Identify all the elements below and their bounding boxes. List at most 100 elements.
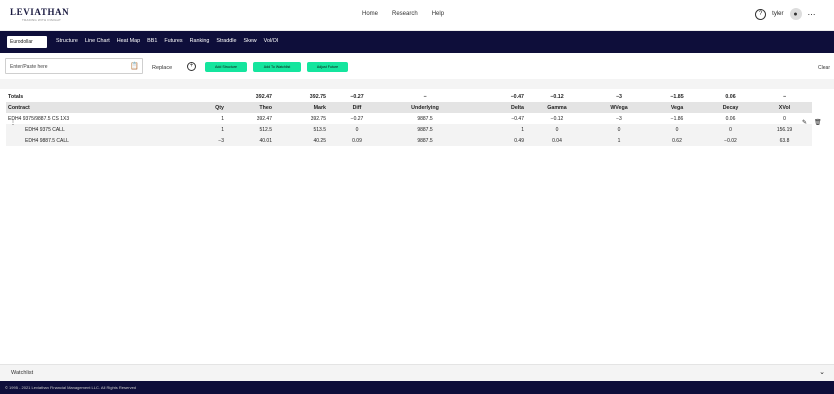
totals-delta: −0.47 bbox=[510, 93, 524, 100]
col-mark[interactable]: Mark bbox=[274, 102, 328, 113]
nav-research[interactable]: Research bbox=[392, 11, 418, 17]
col-qty[interactable]: Qty bbox=[181, 102, 226, 113]
tab-skew[interactable]: Skew bbox=[243, 38, 256, 44]
col-decay[interactable]: Decay bbox=[704, 102, 757, 113]
logo-wordmark: LEVIATHAN bbox=[10, 7, 70, 17]
totals-wvega: −3 bbox=[615, 93, 623, 100]
totals-gamma: −0.12 bbox=[550, 93, 564, 100]
section-divider bbox=[0, 79, 834, 89]
totals-row: Totals 392.47 392.75 −0.27 − −0.47 −0.12… bbox=[6, 91, 812, 102]
structure-input[interactable]: Enter/Paste here 📋 bbox=[5, 58, 143, 74]
question-circle-icon[interactable]: ? bbox=[755, 8, 767, 20]
tab-bb1[interactable]: BB1 bbox=[147, 38, 157, 44]
cell-underlying: 9887.5 bbox=[386, 135, 464, 146]
col-theo[interactable]: Theo bbox=[226, 102, 274, 113]
product-select[interactable]: Eurodollar bbox=[7, 36, 47, 48]
cell-decay: −0.02 bbox=[704, 135, 757, 146]
replace-label: Replace bbox=[152, 65, 173, 71]
nav-home[interactable]: Home bbox=[362, 11, 378, 17]
totals-underlying: − bbox=[423, 93, 427, 100]
trash-icon[interactable]: 🗑 bbox=[814, 119, 822, 126]
tab-line-chart[interactable]: Line Chart bbox=[85, 38, 110, 44]
cell-theo: 392.47 bbox=[226, 113, 274, 124]
add-to-watchlist-button[interactable]: Add To Watchlist bbox=[253, 62, 301, 72]
cell-diff: −0.27 bbox=[328, 113, 386, 124]
cell-vega: 0.62 bbox=[650, 135, 704, 146]
structure-input-placeholder: Enter/Paste here bbox=[10, 64, 48, 70]
cell-decay: 0 bbox=[704, 124, 757, 135]
table-row-leg[interactable]: EDH4 9887.5 CALL −3 40.01 40.25 0.09 988… bbox=[6, 135, 812, 146]
chevron-down-icon[interactable]: ⌄ bbox=[819, 368, 825, 376]
totals-label: Totals bbox=[8, 93, 24, 100]
tab-straddle[interactable]: Straddle bbox=[216, 38, 236, 44]
cell-contract: EDH4 9887.5 CALL bbox=[6, 135, 181, 146]
cell-gamma: 0.04 bbox=[526, 135, 588, 146]
watchlist-label: Watchlist bbox=[11, 370, 34, 376]
analysis-tabs: Structure Line Chart Heat Map BB1 Future… bbox=[56, 38, 278, 44]
col-delta[interactable]: Delta bbox=[464, 102, 526, 113]
clipboard-icon[interactable]: 📋 bbox=[130, 62, 139, 70]
top-nav: Home Research Help bbox=[362, 11, 444, 17]
cell-contract: EDH4 9375/9887.5 CS 1X3 bbox=[6, 113, 181, 124]
col-contract[interactable]: Contract bbox=[6, 102, 181, 113]
cell-diff: 0 bbox=[328, 124, 386, 135]
tab-heat-map[interactable]: Heat Map bbox=[117, 38, 140, 44]
top-bar: LEVIATHAN TRADING WITH INSIGHT Home Rese… bbox=[0, 0, 834, 31]
user-icon[interactable]: ● bbox=[789, 8, 802, 20]
col-wvega[interactable]: WVega bbox=[588, 102, 650, 113]
tab-vol-oi[interactable]: Vol/OI bbox=[264, 38, 279, 44]
totals-diff: −0.27 bbox=[350, 93, 364, 100]
user-name: tyler bbox=[772, 11, 784, 17]
table-row-structure[interactable]: EDH4 9375/9887.5 CS 1X3 1 392.47 392.75 … bbox=[6, 113, 812, 124]
more-dots-icon[interactable]: ⋯ bbox=[808, 10, 817, 19]
add-circle-icon[interactable]: + bbox=[187, 62, 196, 71]
cell-qty: 1 bbox=[181, 124, 226, 135]
cell-delta: 0.49 bbox=[464, 135, 526, 146]
structure-table: Totals 392.47 392.75 −0.27 − −0.47 −0.12… bbox=[6, 91, 812, 146]
product-nav-bar: Eurodollar Structure Line Chart Heat Map… bbox=[0, 31, 834, 53]
structure-input-row: Enter/Paste here 📋 Replace + Add Structu… bbox=[0, 57, 834, 79]
totals-qty bbox=[181, 91, 226, 102]
footer: © 1995 - 2021 Leviathan Financial Manage… bbox=[0, 381, 834, 394]
totals-vega: −1.85 bbox=[670, 93, 684, 100]
watchlist-panel[interactable]: Watchlist ⌄ bbox=[0, 364, 834, 381]
cell-mark: 513.5 bbox=[274, 124, 328, 135]
cell-mark: 40.25 bbox=[274, 135, 328, 146]
cell-wvega: 1 bbox=[588, 135, 650, 146]
cell-qty: 1 bbox=[181, 113, 226, 124]
cell-xvol: 63.8 bbox=[757, 135, 812, 146]
nav-help[interactable]: Help bbox=[432, 11, 444, 17]
cell-theo: 512.5 bbox=[226, 124, 274, 135]
logo-tagline: TRADING WITH INSIGHT bbox=[22, 18, 61, 22]
tab-structure[interactable]: Structure bbox=[56, 38, 78, 44]
tab-ranking[interactable]: Ranking bbox=[190, 38, 210, 44]
col-underlying[interactable]: Underlying bbox=[386, 102, 464, 113]
col-diff[interactable]: Diff bbox=[328, 102, 386, 113]
leviathan-logo[interactable]: LEVIATHAN TRADING WITH INSIGHT bbox=[10, 7, 70, 25]
edit-icon[interactable]: ✎ bbox=[802, 119, 807, 126]
cell-contract: EDH4 9375 CALL bbox=[6, 124, 181, 135]
clear-button[interactable]: Clear bbox=[818, 65, 830, 71]
row-actions: ✎ 🗑 bbox=[802, 119, 822, 126]
col-gamma[interactable]: Gamma bbox=[526, 102, 588, 113]
cell-diff: 0.09 bbox=[328, 135, 386, 146]
cell-underlying: 9887.5 bbox=[386, 124, 464, 135]
col-xvol[interactable]: XVol bbox=[757, 102, 812, 113]
table-header-row: Contract Qty Theo Mark Diff Underlying D… bbox=[6, 102, 812, 113]
totals-decay: 0.06 bbox=[725, 93, 736, 100]
add-structure-button[interactable]: Add Structure bbox=[205, 62, 247, 72]
col-vega[interactable]: Vega bbox=[650, 102, 704, 113]
cell-delta: −0.47 bbox=[464, 113, 526, 124]
cell-gamma: 0 bbox=[526, 124, 588, 135]
cell-decay: 0.06 bbox=[704, 113, 757, 124]
totals-xvol: − bbox=[782, 93, 787, 100]
tab-futures[interactable]: Futures bbox=[164, 38, 182, 44]
totals-theo: 392.47 bbox=[255, 93, 272, 100]
cell-qty: −3 bbox=[181, 135, 226, 146]
totals-mark: 392.75 bbox=[309, 93, 326, 100]
cell-mark: 392.75 bbox=[274, 113, 328, 124]
row-menu-icon[interactable]: ⋮ bbox=[10, 119, 16, 126]
table-row-leg[interactable]: EDH4 9375 CALL 1 512.5 513.5 0 9887.5 1 … bbox=[6, 124, 812, 135]
adjust-future-button[interactable]: Adjust Future bbox=[307, 62, 348, 72]
copyright-text: © 1995 - 2021 Leviathan Financial Manage… bbox=[5, 385, 137, 390]
